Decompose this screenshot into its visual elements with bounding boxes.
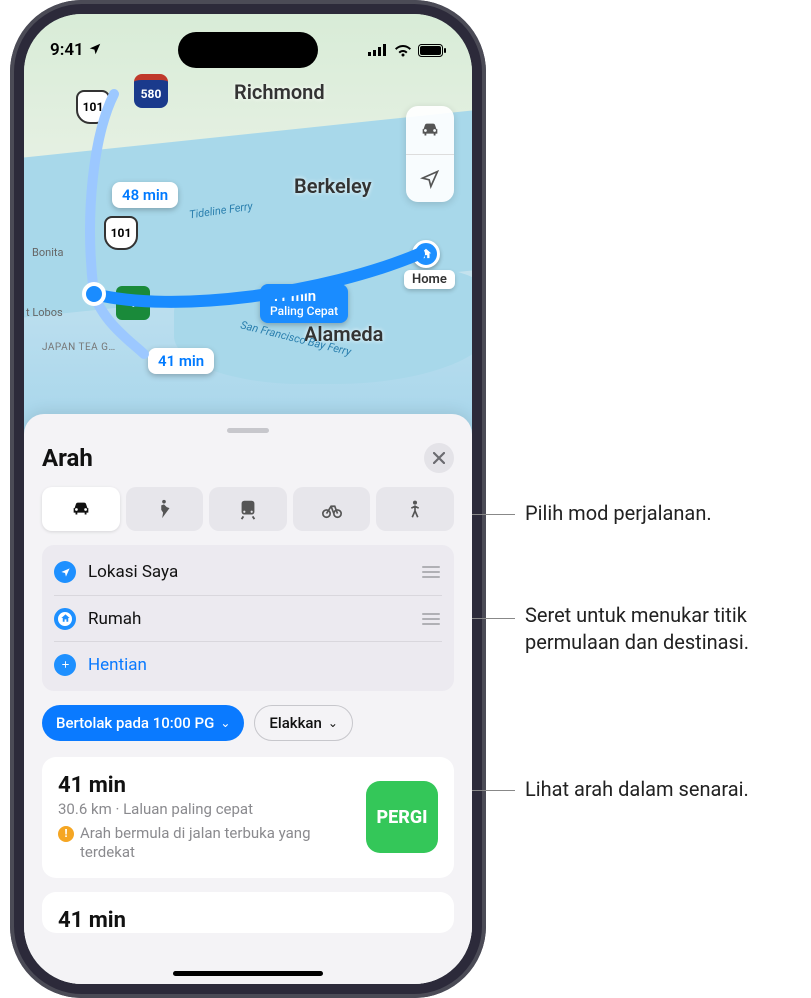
warning-icon: ! [58,826,74,842]
close-button[interactable] [424,443,454,473]
waypoint-start-label: Lokasi Saya [88,562,408,582]
home-indicator[interactable] [173,971,323,976]
mode-tab-drive[interactable] [42,487,120,531]
route-card-0[interactable]: 41 min 30.6 km · Laluan paling cepat ! A… [42,757,454,878]
map-mode-button[interactable] [406,106,454,154]
close-icon [433,452,445,464]
sheet-title: Arah [42,444,93,472]
go-button[interactable]: PERGI [366,781,438,853]
depart-time-label: Bertolak pada 10:00 PG [56,714,214,732]
callout-list: Lihat arah dalam senarai. [525,776,749,803]
drag-handle[interactable] [420,566,442,578]
plus-icon [54,654,76,676]
location-arrow-icon [420,169,440,189]
callout-modes: Pilih mod perjalanan. [525,500,712,527]
transit-icon [237,498,259,520]
route-warning: Arah bermula di jalan terbuka yang terde… [80,824,352,862]
status-time: 9:41 [50,40,102,60]
home-dot-icon [54,608,76,630]
options-row: Bertolak pada 10:00 PG ⌄ Elakkan ⌄ [42,705,454,741]
dynamic-island [178,32,318,68]
chevron-down-icon: ⌄ [328,716,338,730]
location-services-icon [88,42,102,56]
avoid-chip[interactable]: Elakkan ⌄ [254,705,353,741]
route-time: 41 min [58,773,352,798]
drag-handle[interactable] [420,613,442,625]
route-time: 41 min [58,908,438,933]
route-subtitle: 30.6 km · Laluan paling cepat [58,800,352,818]
status-right [368,44,446,57]
current-location-icon [54,561,76,583]
locate-me-button[interactable] [406,154,454,202]
battery-icon [418,44,446,57]
car-icon [70,498,92,520]
avoid-label: Elakkan [269,714,321,732]
wifi-icon [394,44,412,57]
mode-tab-transit[interactable] [209,487,287,531]
rideshare-icon [404,498,426,520]
chevron-down-icon: ⌄ [220,716,230,730]
bicycle-icon [321,498,343,520]
waypoint-add-stop-label: Hentian [88,655,442,675]
map-controls [406,106,454,202]
waypoint-add-stop[interactable]: Hentian [54,641,442,687]
walk-icon [153,498,175,520]
waypoint-start[interactable]: Lokasi Saya [54,549,442,595]
screen: 9:41 [24,14,472,984]
mode-tab-rideshare[interactable] [376,487,454,531]
mode-tab-cycle[interactable] [293,487,371,531]
waypoint-end[interactable]: Rumah [54,595,442,641]
phone-frame: 9:41 [10,0,486,998]
callout-drag: Seret untuk menukar titik permulaan dan … [525,602,805,656]
waypoint-end-label: Rumah [88,609,408,629]
car-icon [419,119,441,141]
cellular-icon [368,44,388,56]
directions-sheet[interactable]: Arah [24,414,472,984]
travel-mode-tabs [42,487,454,531]
mode-tab-walk[interactable] [126,487,204,531]
waypoints-list: Lokasi Saya Rumah Hentia [42,545,454,691]
sheet-grabber[interactable] [227,428,269,433]
depart-time-chip[interactable]: Bertolak pada 10:00 PG ⌄ [42,705,244,741]
route-card-1[interactable]: 41 min [42,892,454,933]
